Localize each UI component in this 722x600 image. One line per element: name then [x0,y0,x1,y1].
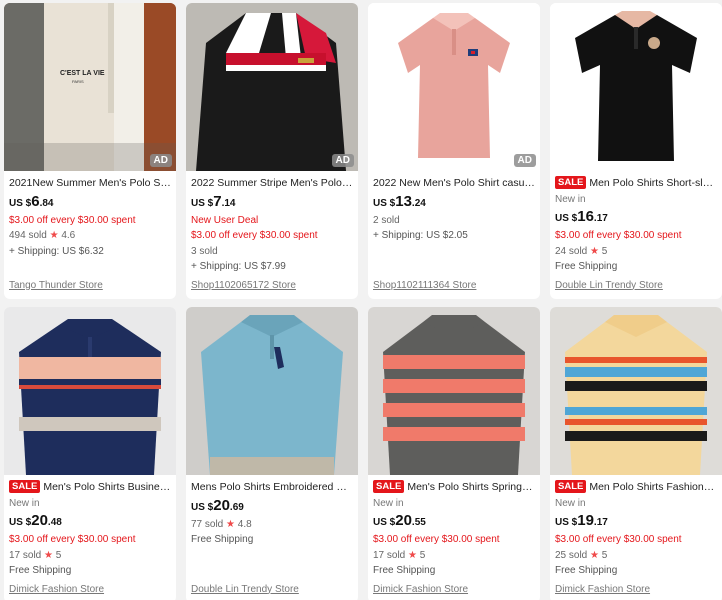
sold-count: 77 sold ★ 4.8 [191,518,252,530]
rating-value: 5 [419,549,426,561]
ad-badge: AD [513,154,536,167]
product-title[interactable]: Mens Polo Shirts Embroidered Big Horse [191,480,353,496]
product-title[interactable]: SALEMen's Polo Shirts Spring and Summer … [373,480,535,496]
product-price: US $6.84 [9,192,54,210]
promo-text: $3.00 off every $30.00 spent [555,230,682,241]
star-icon: ★ [590,245,599,257]
star-icon: ★ [49,230,59,241]
product-title[interactable]: SALEMen's Polo Shirts Business Casual St… [9,480,171,496]
rating-value: 5 [55,549,62,561]
store-link[interactable]: Shop1102111364 Store [373,278,476,294]
product-title[interactable]: 2021New Summer Men's Polo Shirt Men's Bu… [9,176,171,192]
product-card[interactable]: SALEMen's Polo Shirts Spring and Summer … [368,307,540,600]
sold-count: 25 sold ★ 5 [555,549,608,561]
product-image[interactable] [368,307,540,475]
product-card[interactable]: SALEMen Polo Shirts Fashion Striped Shor… [550,307,722,600]
product-grid: C'EST LA VIE PARIS AD 2021New Summer Men… [0,0,722,600]
promo-text: $3.00 off every $30.00 spent [373,534,500,545]
product-card[interactable]: SALEMen Polo Shirts Short-sleeved Embroi… [550,3,722,299]
rating-value: 4.6 [61,230,76,241]
store-link[interactable]: Shop1102065172 Store [191,278,296,294]
product-price: US $7.14 [191,192,236,210]
product-title[interactable]: SALEMen Polo Shirts Fashion Striped Shor… [555,480,717,496]
new-in-label: New in [555,497,586,509]
shipping-text: + Shipping: US $6.32 [9,245,104,257]
product-image[interactable] [4,307,176,475]
sale-badge: SALE [373,480,405,493]
sold-count: 2 sold [373,214,400,226]
product-price: US $20.55 [373,512,426,529]
sale-badge: SALE [555,480,587,493]
shipping-text: + Shipping: US $2.05 [373,230,468,241]
store-link[interactable]: Double Lin Trendy Store [555,278,663,294]
product-title[interactable]: 2022 Summer Stripe Men's Polo Shirt [191,176,353,192]
sale-badge: SALE [9,480,41,493]
rating-value: 5 [601,245,608,257]
product-card[interactable]: AD 2022 New Men's Polo Shirt casual shor… [368,3,540,299]
promo-text: $3.00 off every $30.00 spent [555,534,682,545]
rating-value: 4.8 [237,518,252,530]
shipping-text: + Shipping: US $7.99 [191,261,286,272]
user-deal-text: New User Deal [191,214,259,226]
product-card[interactable]: C'EST LA VIE PARIS AD 2021New Summer Men… [4,3,176,299]
product-card[interactable]: AD 2022 Summer Stripe Men's Polo Shirt U… [186,3,358,299]
sold-count: 3 sold [191,245,218,257]
store-link[interactable]: Dimick Fashion Store [555,582,650,598]
product-card[interactable]: SALEMen's Polo Shirts Business Casual St… [4,307,176,600]
new-in-label: New in [9,497,40,509]
star-icon: ★ [226,518,235,530]
rating-value: 5 [601,549,608,561]
sold-count: 494 sold ★ 4.6 [9,230,76,241]
product-image[interactable]: C'EST LA VIE PARIS AD [4,3,176,171]
shipping-text: Free Shipping [9,565,72,576]
shipping-text: Free Shipping [373,565,436,576]
product-title[interactable]: 2022 New Men's Polo Shirt casual short s… [373,176,535,192]
store-link[interactable]: Dimick Fashion Store [9,582,104,598]
product-image[interactable]: AD [368,3,540,171]
shipping-text: Free Shipping [555,565,618,576]
promo-text: $3.00 off every $30.00 spent [9,214,136,226]
promo-text: $3.00 off every $30.00 spent [9,534,136,545]
sold-count: 17 sold ★ 5 [373,549,426,561]
promo-text: $3.00 off every $30.00 spent [191,230,318,241]
store-link[interactable]: Tango Thunder Store [9,278,103,294]
store-link[interactable]: Double Lin Trendy Store [191,582,299,598]
star-icon: ★ [408,549,417,561]
shipping-text: Free Shipping [191,534,254,545]
shirt-print-subtext: PARIS [72,79,84,84]
product-price: US $13.24 [373,192,426,210]
shipping-text: Free Shipping [555,261,618,272]
sale-badge: SALE [555,176,587,189]
ad-badge: AD [331,154,354,167]
product-card[interactable]: Mens Polo Shirts Embroidered Big Horse U… [186,307,358,600]
product-price: US $20.48 [9,512,62,529]
product-title[interactable]: SALEMen Polo Shirts Short-sleeved Embroi… [555,176,717,192]
ad-badge: AD [149,154,172,167]
sold-count: 24 sold ★ 5 [555,245,608,257]
store-link[interactable]: Dimick Fashion Store [373,582,468,598]
product-price: US $20.69 [191,496,244,514]
product-image[interactable] [550,3,722,171]
new-in-label: New in [555,193,586,205]
sold-count: 17 sold ★ 5 [9,549,62,561]
product-image[interactable] [186,307,358,475]
product-image[interactable]: AD [186,3,358,171]
star-icon: ★ [44,549,53,561]
product-price: US $16.17 [555,208,608,225]
shirt-print-text: C'EST LA VIE [60,70,105,77]
star-icon: ★ [590,549,599,561]
product-image[interactable] [550,307,722,475]
new-in-label: New in [373,497,404,509]
product-price: US $19.17 [555,512,608,529]
